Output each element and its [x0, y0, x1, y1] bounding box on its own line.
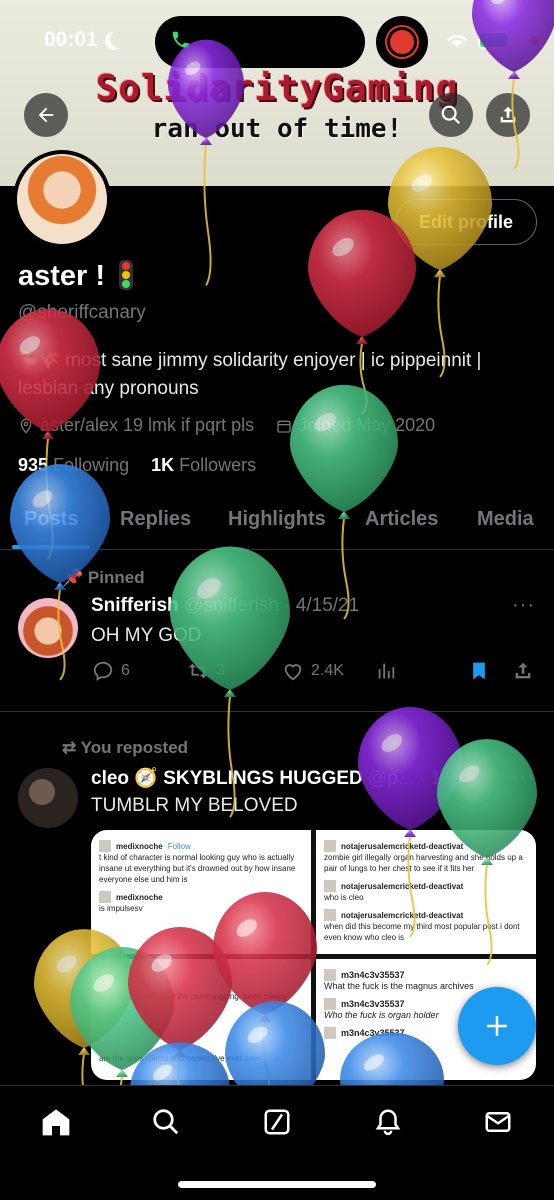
- repost-label: ⇄ You reposted: [62, 738, 189, 757]
- compose-post-button[interactable]: [458, 987, 536, 1065]
- profile-avatar[interactable]: [13, 150, 111, 248]
- profile-name: aster !: [18, 260, 134, 293]
- tab-indicator: [12, 545, 90, 549]
- profile-name-text: aster !: [18, 260, 106, 292]
- profile-tabs: Posts Replies Highlights Articles Media: [0, 500, 554, 550]
- post-author[interactable]: cleo 🧭 SKYBLINGS HUGGED: [91, 768, 363, 789]
- battery-icon: [478, 31, 510, 49]
- bio-emoji-icon: 🦆🌾: [18, 351, 66, 370]
- reply-icon: [93, 661, 113, 681]
- arrow-left-icon: [38, 107, 54, 123]
- focus-moon-icon: [110, 30, 128, 48]
- banner-title: SolidarityGaming: [95, 68, 459, 109]
- profile-location: aster/alex 19 lmk if pqrt pls: [40, 415, 255, 435]
- repost-icon: ⇄: [62, 738, 77, 757]
- followers-link[interactable]: 1K Followers: [151, 455, 256, 476]
- media-image[interactable]: notajerusalemcricketd-deactivat zombie g…: [316, 830, 536, 954]
- post-text: OH MY GOD: [91, 625, 202, 646]
- search-icon: [153, 1109, 179, 1135]
- profile-joined: Joined May 2020: [298, 415, 436, 435]
- media-image[interactable]: right as if I'm afraid of the moon joggi…: [91, 959, 311, 1080]
- phone-call-icon: [170, 28, 192, 56]
- grok-icon: [264, 1109, 290, 1135]
- post-divider: [0, 711, 554, 712]
- post-header: Snifferish @snifferish · 4/15/21: [91, 595, 359, 617]
- media-image[interactable]: medixnoche Follow t kind of character is…: [91, 830, 311, 954]
- post-actions: 6 3 2.4K: [91, 660, 536, 686]
- profile-handle: @sheriffcanary: [18, 302, 146, 323]
- post-date: · 4/15/21: [284, 595, 360, 616]
- reply-button[interactable]: 6: [91, 660, 130, 682]
- tab-highlights[interactable]: Highlights: [228, 508, 326, 531]
- share-icon: [515, 662, 531, 679]
- more-options-icon[interactable]: ···: [512, 594, 535, 617]
- nav-grok[interactable]: [259, 1104, 295, 1140]
- avatar[interactable]: [18, 768, 78, 828]
- search-button[interactable]: [429, 93, 473, 137]
- avatar[interactable]: [18, 598, 78, 658]
- heart-icon: [284, 664, 302, 681]
- wifi-icon: [446, 32, 468, 48]
- back-button[interactable]: [24, 93, 68, 137]
- nav-messages[interactable]: [480, 1104, 516, 1140]
- post-share-button[interactable]: [512, 660, 534, 682]
- tab-posts[interactable]: Posts: [24, 508, 78, 531]
- post-handle: @snifferish: [183, 595, 279, 616]
- location-pin-icon: [20, 418, 32, 434]
- envelope-icon: [485, 1112, 511, 1132]
- search-icon: [441, 105, 461, 125]
- post-date: · 15h: [419, 768, 463, 789]
- home-icon: [42, 1109, 70, 1136]
- bookmark-icon: [473, 662, 485, 680]
- bar-chart-icon: [378, 663, 395, 679]
- tab-articles[interactable]: Articles: [365, 508, 438, 531]
- share-button[interactable]: [486, 93, 530, 137]
- bio-text: most sane jimmy solidarity enjoyer | ic …: [18, 350, 482, 399]
- pin-icon: 📌: [62, 568, 84, 587]
- post-text: TUMBLR MY BELOVED: [91, 795, 298, 816]
- bell-icon: [375, 1109, 401, 1136]
- nav-search[interactable]: [148, 1104, 184, 1140]
- profile-follow-counts: 935 Following 1K Followers: [18, 455, 256, 476]
- bookmark-button[interactable]: [469, 660, 489, 682]
- following-link[interactable]: 935 Following: [18, 455, 129, 476]
- tab-replies[interactable]: Replies: [120, 508, 191, 531]
- status-time: 00:01: [44, 28, 98, 51]
- share-icon: [500, 106, 516, 123]
- traffic-light-icon: [119, 260, 134, 290]
- nav-notifications[interactable]: [370, 1104, 406, 1140]
- calendar-icon: [277, 420, 291, 433]
- like-button[interactable]: 2.4K: [281, 660, 344, 682]
- profile-meta: aster/alex 19 lmk if pqrt pls Joined May…: [18, 415, 435, 436]
- repost-icon: [188, 663, 208, 679]
- post-handle: @p...: [368, 768, 414, 789]
- post-header: cleo 🧭 SKYBLINGS HUGGED @p... · 15h: [91, 766, 462, 790]
- views-button[interactable]: [375, 660, 397, 682]
- more-options-icon[interactable]: ···: [512, 766, 535, 789]
- repost-button[interactable]: 3: [186, 660, 225, 682]
- mic-indicator-icon: [530, 36, 539, 45]
- profile-bio: 🦆🌾 most sane jimmy solidarity enjoyer | …: [18, 347, 538, 403]
- plus-icon: [487, 1016, 507, 1036]
- nav-home[interactable]: [38, 1104, 74, 1140]
- post-author[interactable]: Snifferish: [91, 595, 179, 616]
- tab-media[interactable]: Media: [477, 508, 534, 531]
- screen-recording-icon[interactable]: [376, 16, 428, 68]
- pinned-label: 📌 Pinned: [62, 568, 145, 587]
- home-indicator[interactable]: [178, 1181, 376, 1188]
- edit-profile-button[interactable]: Edit profile: [395, 199, 537, 245]
